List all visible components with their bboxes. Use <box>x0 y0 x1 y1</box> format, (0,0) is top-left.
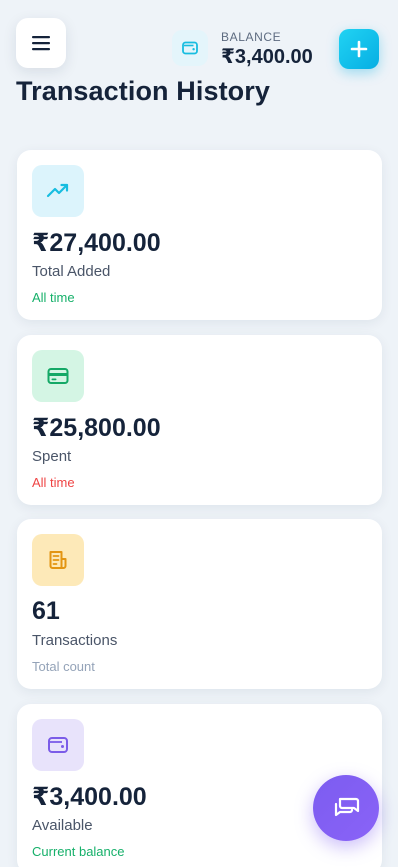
wallet-icon <box>32 719 84 771</box>
spent-card: ₹25,800.00 Spent All time <box>17 335 382 505</box>
wallet-icon <box>172 30 208 66</box>
balance-label: BALANCE <box>221 30 282 44</box>
available-sub: Current balance <box>32 844 125 859</box>
menu-button[interactable] <box>16 18 66 68</box>
chat-button[interactable] <box>313 775 379 841</box>
total-added-sub: All time <box>32 290 75 305</box>
credit-card-icon <box>32 350 84 402</box>
available-value: ₹3,400.00 <box>32 783 147 811</box>
balance-value: ₹3,400.00 <box>221 46 313 68</box>
transactions-value: 61 <box>32 597 60 625</box>
add-funds-button[interactable] <box>339 29 379 69</box>
spent-label: Spent <box>32 448 72 465</box>
total-added-value: ₹27,400.00 <box>32 229 161 257</box>
chat-icon <box>334 797 360 817</box>
page-title: Transaction History <box>16 76 270 106</box>
plus-icon <box>350 40 368 58</box>
spent-sub: All time <box>32 475 75 490</box>
spent-value: ₹25,800.00 <box>32 414 161 442</box>
hamburger-icon <box>32 36 50 51</box>
trending-up-icon <box>32 165 84 217</box>
total-added-card: ₹27,400.00 Total Added All time <box>17 150 382 320</box>
transactions-card: 61 Transactions Total count <box>17 519 382 689</box>
receipt-icon <box>32 534 84 586</box>
transactions-label: Transactions <box>32 632 118 649</box>
available-label: Available <box>32 817 93 834</box>
transactions-sub: Total count <box>32 659 95 674</box>
total-added-label: Total Added <box>32 263 111 280</box>
